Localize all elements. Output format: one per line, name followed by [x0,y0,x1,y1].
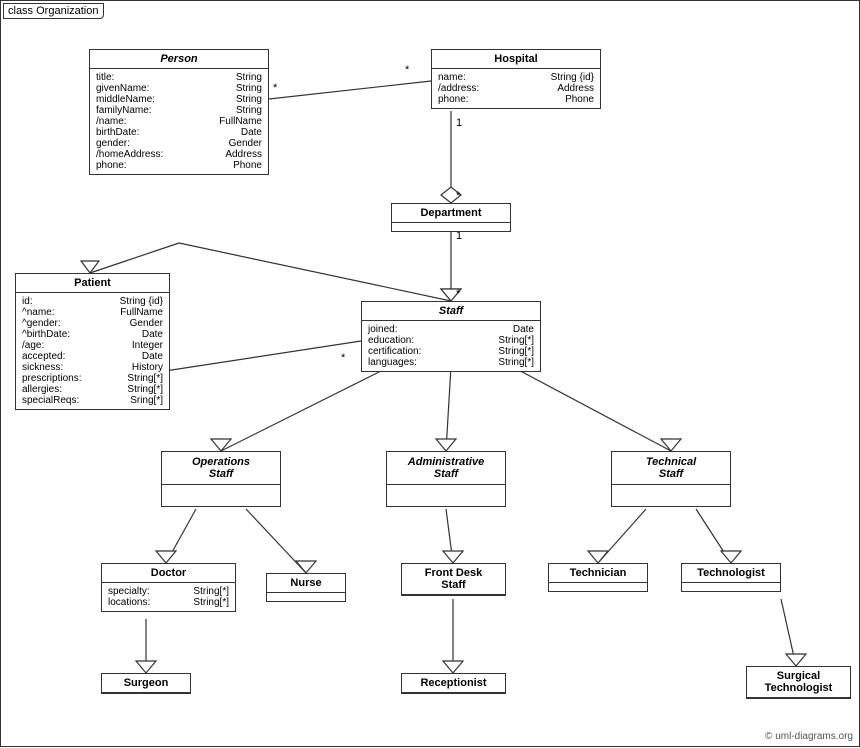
diagram-title: class Organization [3,3,104,19]
diagram-container: class Organization 1 * * * 1 * [0,0,860,747]
patient-class: Patient id:String {id} ^name:FullName ^g… [15,273,170,410]
technologist-class: Technologist [681,563,781,592]
technologist-title: Technologist [682,564,780,583]
hospital-class: Hospital name:String {id} /address:Addre… [431,49,601,109]
person-attrs: title:String givenName:String middleName… [90,69,268,174]
operations-staff-title: OperationsStaff [162,452,280,485]
surgeon-title: Surgeon [102,674,190,693]
surgical-tech-class: SurgicalTechnologist [746,666,851,699]
hospital-attrs: name:String {id} /address:Address phone:… [432,69,600,108]
svg-text:*: * [405,64,410,76]
person-class: Person title:String givenName:String mid… [89,49,269,175]
staff-title: Staff [362,302,540,321]
doctor-attrs: specialty:String[*] locations:String[*] [102,583,235,611]
front-desk-class: Front DeskStaff [401,563,506,596]
technical-staff-title: TechnicalStaff [612,452,730,485]
svg-text:*: * [273,82,278,94]
doctor-title: Doctor [102,564,235,583]
technician-attrs [549,583,647,591]
nurse-attrs [267,593,345,601]
technician-title: Technician [549,564,647,583]
surgical-tech-title: SurgicalTechnologist [747,667,850,698]
copyright: © uml-diagrams.org [765,731,853,742]
technologist-attrs [682,583,780,591]
doctor-class: Doctor specialty:String[*] locations:Str… [101,563,236,612]
person-title: Person [90,50,268,69]
operations-staff-class: OperationsStaff [161,451,281,507]
patient-title: Patient [16,274,169,293]
department-title: Department [392,204,510,223]
nurse-title: Nurse [267,574,345,593]
svg-text:*: * [456,288,461,300]
technical-staff-class: TechnicalStaff [611,451,731,507]
staff-class: Staff joined:Date education:String[*] ce… [361,301,541,372]
department-attrs [392,223,510,231]
front-desk-title: Front DeskStaff [402,564,505,595]
receptionist-class: Receptionist [401,673,506,694]
svg-text:*: * [341,352,346,364]
staff-attrs: joined:Date education:String[*] certific… [362,321,540,371]
admin-staff-title: AdministrativeStaff [387,452,505,485]
admin-staff-class: AdministrativeStaff [386,451,506,507]
receptionist-title: Receptionist [402,674,505,693]
department-class: Department [391,203,511,232]
patient-attrs: id:String {id} ^name:FullName ^gender:Ge… [16,293,169,409]
hospital-title: Hospital [432,50,600,69]
technician-class: Technician [548,563,648,592]
surgeon-class: Surgeon [101,673,191,694]
svg-text:1: 1 [456,117,462,129]
nurse-class: Nurse [266,573,346,602]
svg-text:*: * [456,190,461,202]
